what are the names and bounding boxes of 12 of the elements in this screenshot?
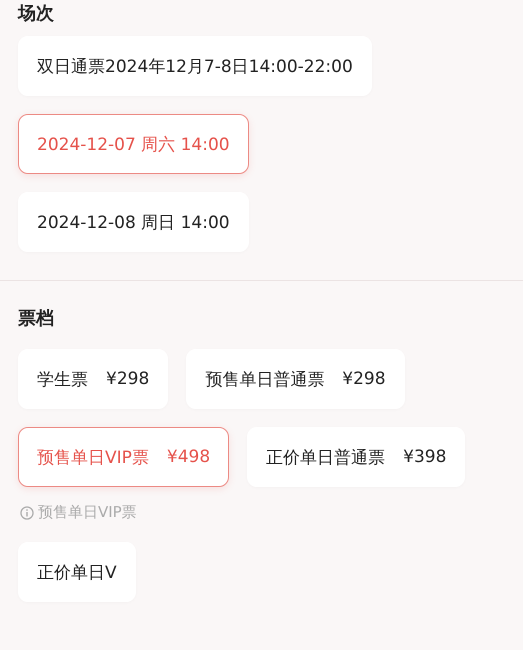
session-option[interactable]: 2024-12-07 周六 14:00 xyxy=(18,114,249,174)
note-text: 预售单日VIP票 xyxy=(38,503,137,522)
session-option[interactable]: 双日通票2024年12月7-8日14:00-22:00 xyxy=(18,36,372,96)
ticket-option[interactable]: 正价单日V xyxy=(18,542,136,602)
section-title: 场次 xyxy=(18,2,55,26)
ticket-option[interactable]: 预售单日普通票 ¥298 xyxy=(186,349,405,409)
section-title: 票档 xyxy=(18,307,55,331)
ticket-option[interactable]: 预售单日VIP票 ¥498 xyxy=(18,427,230,487)
info-icon xyxy=(20,506,34,520)
session-option[interactable]: 2024-12-08 周日 14:00 xyxy=(18,192,249,252)
ticket-option[interactable]: 正价单日普通票 ¥398 xyxy=(247,427,466,487)
ticket-option[interactable]: 学生票 ¥298 xyxy=(18,349,168,409)
